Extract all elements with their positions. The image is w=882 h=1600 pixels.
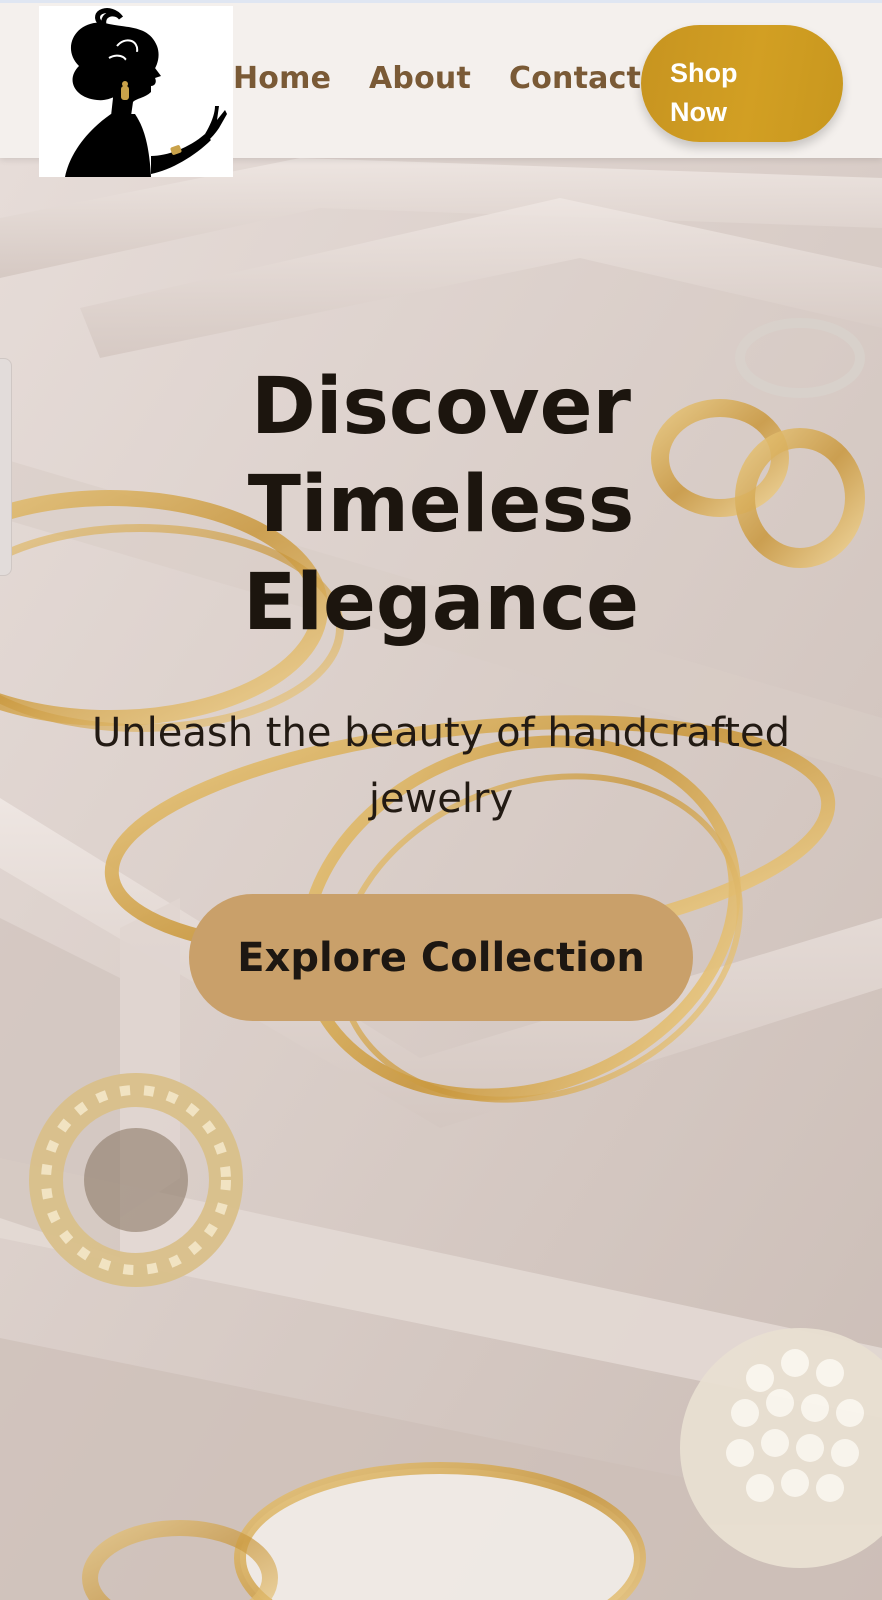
explore-collection-button[interactable]: Explore Collection — [189, 894, 693, 1021]
shop-now-label-line2: Now — [670, 97, 727, 127]
landing-page: Home About Contact Shop Now Discover Tim… — [0, 0, 882, 1600]
nav-contact-link[interactable]: Contact — [509, 61, 641, 96]
site-header: Home About Contact Shop Now — [0, 0, 882, 177]
woman-silhouette-logo-icon — [65, 8, 227, 177]
hero-title: Discover Timeless Elegance — [0, 358, 882, 652]
shop-now-label-line1: Shop — [670, 58, 738, 88]
hero-title-line3: Elegance — [242, 558, 640, 648]
nav-home-link[interactable]: Home — [233, 61, 331, 96]
shop-now-button[interactable]: Shop Now — [641, 25, 843, 142]
nav-about-link[interactable]: About — [369, 61, 471, 96]
hero-title-line1: Discover — [251, 362, 631, 452]
hero-title-line2: Timeless — [247, 460, 635, 550]
hero-subtitle: Unleash the beauty of handcrafted jewelr… — [92, 710, 790, 822]
brand-logo[interactable] — [39, 6, 233, 177]
side-scroll-tab[interactable] — [0, 358, 12, 576]
